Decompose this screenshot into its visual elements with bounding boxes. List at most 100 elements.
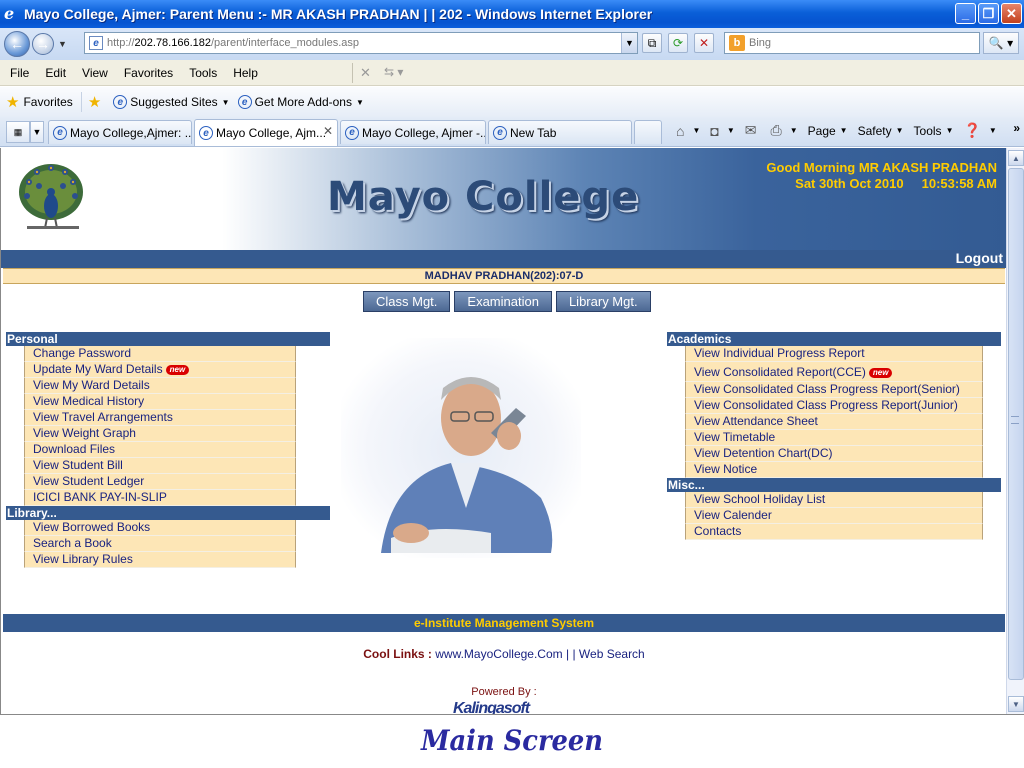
menu-item-download-files[interactable]: Download Files (24, 442, 296, 458)
menu-file[interactable]: File (0, 66, 37, 80)
compatibility-view-icon[interactable]: ⧉ (642, 33, 662, 53)
tools-menu[interactable]: Tools ▼ (914, 124, 954, 138)
get-addons-link[interactable]: e Get More Add-ons ▼ (237, 95, 364, 109)
menu-item-timetable[interactable]: View Timetable (685, 430, 983, 446)
search-input[interactable]: b Bing (724, 32, 980, 54)
page-header: Mayo College Good Morning MR AKASH PRADH… (1, 148, 1006, 250)
printer-icon: ⎙ (770, 122, 782, 138)
page-icon: e (89, 36, 103, 50)
new-badge: new (868, 368, 893, 378)
menu-item-class-progress-senior[interactable]: View Consolidated Class Progress Report(… (685, 382, 983, 398)
college-title: Mayo College (327, 174, 640, 220)
menu-item-contacts[interactable]: Contacts (685, 524, 983, 540)
menu-item-icici-pay-in-slip[interactable]: ICICI BANK PAY-IN-SLIP (24, 490, 296, 506)
forward-button[interactable]: → (32, 33, 54, 55)
page-menu[interactable]: Page ▼ (808, 124, 848, 138)
tab-4[interactable]: e New Tab (488, 120, 632, 144)
search-button[interactable]: 🔍 ▾ (983, 32, 1019, 54)
close-toolbar-icon[interactable]: ✕ (360, 65, 371, 81)
kalingasoft-logo[interactable]: Kalingasoft (453, 700, 530, 714)
library-mgt-button[interactable]: Library Mgt. (555, 291, 651, 312)
address-row: ← → ▼ e http://202.78.166.182/parent/int… (0, 28, 1024, 60)
web-search-link[interactable]: Web Search (579, 647, 645, 661)
mail-button[interactable]: ✉ (745, 122, 761, 139)
home-button[interactable]: ⌂ ▼ (676, 123, 700, 139)
module-buttons: Class Mgt. Examination Library Mgt. (363, 291, 651, 312)
maximize-button[interactable]: ❐ (978, 3, 999, 24)
menu-item-view-ward-details[interactable]: View My Ward Details (24, 378, 296, 394)
menu-item-attendance-sheet[interactable]: View Attendance Sheet (685, 414, 983, 430)
menu-item-medical-history[interactable]: View Medical History (24, 394, 296, 410)
command-bar: ⌂ ▼ ◘ ▼ ✉ ⎙ ▼ Page ▼ Safety ▼ Tools ▼ ❓ ▼ (676, 122, 1007, 139)
quick-tabs-button[interactable]: ▦ (6, 121, 30, 143)
menu-item-holiday-list[interactable]: View School Holiday List (685, 492, 983, 508)
more-commands-icon[interactable]: » (1013, 121, 1020, 135)
translate-icon[interactable]: ⇆ ▾ (384, 65, 403, 79)
menu-item-notice[interactable]: View Notice (685, 462, 983, 478)
window-titlebar: e Mayo College, Ajmer: Parent Menu :- MR… (0, 0, 1024, 28)
suggested-sites-link[interactable]: e Suggested Sites ▼ (113, 95, 230, 109)
cool-links: Cool Links : www.MayoCollege.Com | | Web… (363, 647, 645, 661)
menu-bar: File Edit View Favorites Tools Help ✕ ⇆ … (0, 60, 1024, 86)
menu-view[interactable]: View (74, 66, 116, 80)
logout-link[interactable]: Logout (956, 250, 1003, 266)
personal-heading: Personal (6, 332, 330, 346)
examination-button[interactable]: Examination (454, 291, 552, 312)
close-tab-icon[interactable]: ✕ (323, 124, 333, 138)
minimize-button[interactable]: _ (955, 3, 976, 24)
address-dropdown-icon[interactable]: ▼ (621, 33, 637, 53)
stop-icon[interactable]: ✕ (694, 33, 714, 53)
vertical-scrollbar[interactable]: ▲ ▼ (1006, 148, 1024, 714)
menu-item-weight-graph[interactable]: View Weight Graph (24, 426, 296, 442)
man-on-phone-photo (341, 338, 581, 558)
menu-item-search-book[interactable]: Search a Book (24, 536, 296, 552)
add-favorite-icon[interactable]: ★ (88, 93, 101, 111)
close-window-button[interactable]: ✕ (1001, 3, 1022, 24)
feeds-button[interactable]: ◘ ▼ (710, 123, 734, 139)
menu-item-update-ward-details[interactable]: Update My Ward Details new (24, 362, 296, 378)
menu-item-calender[interactable]: View Calender (685, 508, 983, 524)
history-dropdown-icon[interactable]: ▼ (58, 39, 67, 49)
address-url[interactable]: http://202.78.166.182/parent/interface_m… (107, 37, 359, 49)
class-mgt-button[interactable]: Class Mgt. (363, 291, 451, 312)
menu-item-consolidated-report-cce[interactable]: View Consolidated Report(CCE) new (685, 362, 983, 382)
refresh-icon[interactable]: ⟳ (668, 33, 688, 53)
caption: Main Screen (420, 724, 604, 757)
safety-menu[interactable]: Safety ▼ (858, 124, 904, 138)
rss-icon: ◘ (710, 122, 719, 139)
tab-1[interactable]: e Mayo College,Ajmer: ... (48, 120, 192, 144)
menu-item-student-ledger[interactable]: View Student Ledger (24, 474, 296, 490)
new-tab-button[interactable] (634, 120, 662, 144)
favorites-button[interactable]: ★ Favorites (6, 93, 73, 111)
ie-icon: e (53, 125, 67, 140)
menu-item-travel-arrangements[interactable]: View Travel Arrangements (24, 410, 296, 426)
help-menu[interactable]: ❓ ▼ (963, 122, 996, 139)
menu-favorites[interactable]: Favorites (116, 66, 181, 80)
window-title: Mayo College, Ajmer: Parent Menu :- MR A… (24, 6, 653, 22)
home-icon: ⌂ (676, 122, 685, 139)
menu-edit[interactable]: Edit (37, 66, 74, 80)
menu-item-student-bill[interactable]: View Student Bill (24, 458, 296, 474)
menu-item-change-password[interactable]: Change Password (24, 346, 296, 362)
favorites-bar: ★ Favorites ★ e Suggested Sites ▼ e Get … (0, 87, 1024, 117)
logout-bar: Logout (1, 250, 1006, 268)
current-date: Sat 30th Oct 2010 (795, 176, 904, 191)
print-button[interactable]: ⎙ ▼ (771, 122, 798, 139)
menu-item-borrowed-books[interactable]: View Borrowed Books (24, 520, 296, 536)
menu-item-library-rules[interactable]: View Library Rules (24, 552, 296, 568)
menu-help[interactable]: Help (225, 66, 266, 80)
back-button[interactable]: ← (4, 31, 30, 57)
tab-2-active[interactable]: e Mayo College, Ajm... ✕ (194, 119, 338, 146)
tab-list-button[interactable]: ▼ (30, 121, 44, 143)
menu-item-detention-chart[interactable]: View Detention Chart(DC) (685, 446, 983, 462)
scroll-down-icon[interactable]: ▼ (1008, 696, 1024, 712)
tab-3[interactable]: e Mayo College, Ajmer -... (340, 120, 486, 144)
address-bar[interactable]: e http://202.78.166.182/parent/interface… (84, 32, 638, 54)
menu-item-individual-progress-report[interactable]: View Individual Progress Report (685, 346, 983, 362)
menu-tools[interactable]: Tools (181, 66, 225, 80)
scroll-thumb[interactable] (1008, 168, 1024, 680)
powered-by: Powered By : (471, 686, 537, 698)
mayocollege-link[interactable]: www.MayoCollege.Com (435, 647, 562, 661)
scroll-up-icon[interactable]: ▲ (1008, 150, 1024, 166)
menu-item-class-progress-junior[interactable]: View Consolidated Class Progress Report(… (685, 398, 983, 414)
